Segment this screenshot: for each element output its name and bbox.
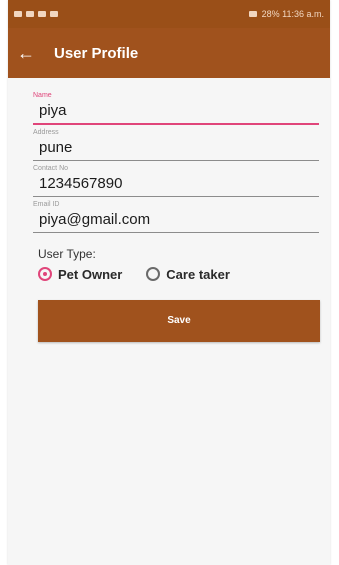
- notification-icons: [14, 11, 58, 17]
- email-label: Email ID: [33, 200, 60, 208]
- save-button[interactable]: Save: [38, 299, 320, 342]
- radio-unchecked-icon[interactable]: [146, 267, 161, 281]
- radio-checked-icon[interactable]: [38, 267, 52, 281]
- name-label: Name: [33, 92, 52, 99]
- name-field[interactable]: Name piya: [33, 92, 319, 125]
- radio-pet-owner[interactable]: Pet Owner: [38, 267, 122, 282]
- status-indicators: 28% 11:36 a.m.: [248, 9, 324, 19]
- address-underline: [33, 159, 319, 161]
- contact-label: Contact No: [33, 164, 69, 172]
- app-screen: 28% 11:36 a.m. ← User Profile Name piya …: [8, 0, 330, 565]
- name-input[interactable]: piya: [33, 101, 319, 121]
- battery-time-text: 28% 11:36 a.m.: [261, 9, 324, 19]
- back-arrow-icon[interactable]: ←: [8, 44, 44, 62]
- email-underline: [33, 231, 319, 233]
- notification-icon: [14, 11, 22, 17]
- notification-icon: [26, 11, 34, 17]
- app-bar: ← User Profile: [8, 28, 330, 78]
- care-taker-label[interactable]: Care taker: [166, 267, 230, 282]
- email-input[interactable]: piya@gmail.com: [33, 210, 319, 230]
- name-underline: [33, 123, 319, 125]
- pet-owner-label[interactable]: Pet Owner: [58, 267, 122, 282]
- status-bar: 28% 11:36 a.m.: [8, 0, 330, 28]
- contact-input[interactable]: 1234567890: [33, 174, 319, 194]
- signal-icon: [248, 11, 257, 17]
- contact-underline: [33, 195, 319, 197]
- address-field[interactable]: Address pune: [33, 129, 319, 161]
- email-field[interactable]: Email ID piya@gmail.com: [33, 201, 319, 233]
- notification-icon: [38, 11, 46, 17]
- page-title: User Profile: [54, 44, 139, 62]
- contact-field[interactable]: Contact No 1234567890: [33, 165, 319, 197]
- notification-icon: [50, 11, 58, 17]
- profile-form: Name piya Address pune Contact No 123456…: [8, 78, 330, 342]
- address-label: Address: [33, 128, 59, 136]
- user-type-radio-group: Pet Owner Care taker: [38, 267, 319, 282]
- radio-care-taker[interactable]: Care taker: [146, 267, 230, 282]
- address-input[interactable]: pune: [33, 138, 319, 158]
- user-type-label: User Type:: [38, 246, 96, 261]
